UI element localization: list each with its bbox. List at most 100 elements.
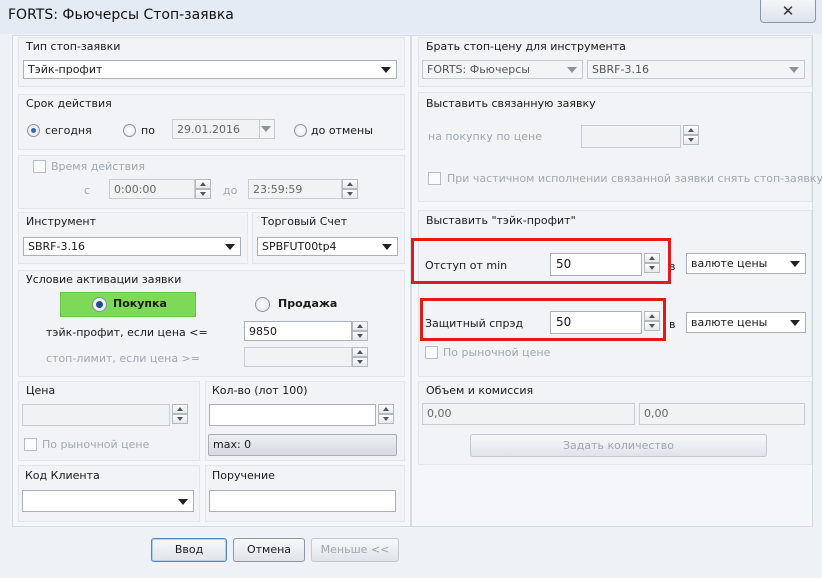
chevron-down-icon: [789, 67, 799, 73]
linked-partial-label: При частичном исполнении связанной заявк…: [447, 172, 822, 185]
take-profit-market-checkbox[interactable]: [425, 346, 438, 359]
less-label: Меньше <<: [320, 543, 390, 556]
time-from-field[interactable]: 0:00:00: [109, 179, 195, 199]
commission-value: 0,00: [644, 407, 669, 420]
price-market-checkbox[interactable]: [24, 438, 37, 451]
sell-label: Продажа: [278, 297, 338, 310]
spin-up-icon[interactable]: [352, 321, 368, 331]
take-profit-label: Выставить "тэйк-профит": [426, 214, 576, 227]
spin-up-icon[interactable]: [172, 404, 188, 414]
chevron-down-icon: [790, 261, 800, 267]
enter-label: Ввод: [174, 543, 204, 556]
linked-partial-checkbox[interactable]: [428, 172, 441, 185]
time-range-label: Время действия: [51, 160, 145, 173]
spread-unit-value: валюте цены: [691, 316, 768, 329]
time-range-checkbox[interactable]: [33, 160, 46, 173]
price-spinner[interactable]: [172, 404, 188, 426]
spin-up-icon[interactable]: [352, 347, 368, 357]
qty-field[interactable]: [209, 404, 376, 426]
account-select[interactable]: SPBFUT00tp4: [257, 237, 398, 256]
close-icon: ✕: [781, 2, 795, 20]
chevron-down-icon: [178, 499, 188, 505]
client-select[interactable]: [22, 490, 194, 512]
linked-buy-price-spinner[interactable]: [683, 125, 699, 148]
offset-annotation-box: [411, 238, 671, 284]
chevron-down-icon: [567, 67, 577, 73]
spin-down-icon[interactable]: [352, 357, 368, 367]
linked-buy-price-field[interactable]: [581, 125, 681, 148]
order-type-select[interactable]: Тэйк-профит: [23, 60, 397, 79]
instrument-select[interactable]: SBRF-3.16: [23, 237, 241, 256]
validity-until-label: по: [141, 124, 155, 137]
take-profit-price-field[interactable]: 9850: [244, 321, 352, 341]
price-market-label: По рыночной цене: [42, 438, 150, 451]
security-select[interactable]: SBRF-3.16: [587, 60, 805, 79]
time-to-spinner[interactable]: [342, 179, 358, 199]
less-button[interactable]: Меньше <<: [311, 538, 399, 562]
volume-field[interactable]: 0,00: [422, 403, 635, 425]
date-picker-button[interactable]: [259, 119, 275, 139]
take-profit-price-spinner[interactable]: [352, 321, 368, 341]
stop-limit-condition-label: стоп-лимит, если цена >=: [46, 352, 200, 365]
linked-buy-price-label: на покупку по цене: [428, 130, 542, 143]
spin-down-icon[interactable]: [172, 414, 188, 424]
validity-today-label: сегодня: [45, 124, 92, 137]
validity-date-field[interactable]: 29.01.2016: [172, 119, 260, 139]
spin-up-icon[interactable]: [378, 404, 394, 414]
validity-label: Срок действия: [26, 97, 112, 110]
spin-up-icon[interactable]: [683, 125, 699, 135]
commission-field[interactable]: 0,00: [639, 403, 805, 425]
cancel-button[interactable]: Отмена: [233, 538, 305, 562]
spin-down-icon[interactable]: [342, 189, 358, 199]
buy-label: Покупка: [113, 297, 167, 310]
buy-radio[interactable]: [92, 297, 107, 312]
instrument-label: Инструмент: [26, 215, 97, 228]
validity-until-cancel-label: до отмены: [311, 124, 373, 137]
stop-limit-price-spinner[interactable]: [352, 347, 368, 367]
comment-label: Поручение: [212, 469, 275, 482]
client-label: Код Клиента: [25, 469, 100, 482]
account-label: Торговый Счет: [261, 215, 348, 228]
spin-down-icon[interactable]: [683, 135, 699, 145]
offset-unit-select[interactable]: валюте цены: [686, 253, 806, 274]
spin-down-icon[interactable]: [352, 331, 368, 341]
class-select[interactable]: FORTS: Фьючерсы: [422, 60, 583, 79]
spin-up-icon[interactable]: [195, 179, 211, 189]
stop-limit-price-field[interactable]: [244, 347, 352, 367]
time-from-spinner[interactable]: [195, 179, 211, 199]
chevron-down-icon: [790, 320, 800, 326]
volume-label: Объем и комиссия: [426, 384, 534, 397]
comment-field[interactable]: [209, 490, 396, 512]
chevron-down-icon: [225, 244, 235, 250]
title-bar[interactable]: FORTS: Фьючерсы Стоп-заявка ✕: [0, 0, 822, 34]
time-to-field[interactable]: 23:59:59: [248, 179, 342, 199]
time-to-label: до: [223, 184, 238, 197]
validity-until-radio[interactable]: [123, 124, 136, 137]
volume-value: 0,00: [427, 407, 452, 420]
price-field[interactable]: [22, 404, 170, 426]
validity-until-cancel-radio[interactable]: [294, 124, 307, 137]
validity-today-radio[interactable]: [27, 124, 40, 137]
set-quantity-button[interactable]: Задать количество: [470, 434, 767, 457]
qty-max-button[interactable]: max: 0: [208, 434, 397, 456]
offset-unit-value: валюте цены: [691, 257, 768, 270]
linked-order-label: Выставить связанную заявку: [426, 97, 596, 110]
chevron-down-icon: [382, 244, 392, 250]
close-button[interactable]: ✕: [760, 0, 816, 23]
sell-radio[interactable]: [255, 297, 270, 312]
spin-down-icon[interactable]: [378, 414, 394, 424]
time-from-label: с: [84, 184, 91, 197]
security-value: SBRF-3.16: [592, 63, 649, 76]
chevron-down-icon: [381, 67, 391, 73]
take-profit-market-label: По рыночной цене: [443, 346, 551, 359]
enter-button[interactable]: Ввод: [151, 538, 227, 562]
set-quantity-label: Задать количество: [562, 439, 674, 452]
class-value: FORTS: Фьючерсы: [427, 63, 530, 76]
spin-up-icon[interactable]: [342, 179, 358, 189]
window-title: FORTS: Фьючерсы Стоп-заявка: [8, 7, 234, 23]
activation-label: Условие активации заявки: [26, 273, 182, 286]
price-label: Цена: [26, 384, 56, 397]
spin-down-icon[interactable]: [195, 189, 211, 199]
qty-spinner[interactable]: [378, 404, 394, 426]
spread-unit-select[interactable]: валюте цены: [686, 312, 806, 333]
